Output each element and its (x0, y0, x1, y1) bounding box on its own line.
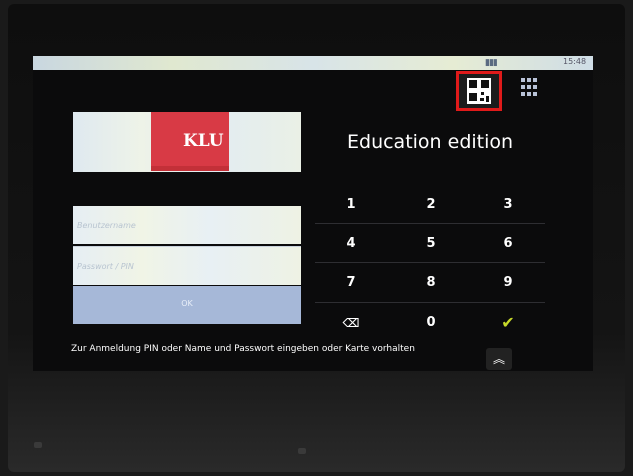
key-3[interactable]: 3 (488, 194, 528, 216)
status-bar: ▮▮▮ 15:48 (33, 56, 593, 70)
key-9[interactable]: 9 (488, 272, 528, 294)
klu-logo-text: KLU (183, 131, 224, 151)
backspace-icon[interactable]: ⌫ (331, 312, 371, 334)
keypad-separator (315, 302, 545, 303)
password-field[interactable]: Passwort / PIN (73, 246, 301, 285)
status-time: 15:48 (563, 57, 587, 66)
touch-screen: ▮▮▮ 15:48 KLU Benutzername Passwort / PI… (33, 56, 593, 371)
bezel-mark (34, 442, 42, 448)
key-5[interactable]: 5 (411, 233, 451, 255)
login-hint: Zur Anmeldung PIN oder Name und Passwort… (71, 344, 415, 354)
username-field[interactable]: Benutzername (73, 206, 301, 244)
ok-label: OK (181, 299, 193, 308)
key-0[interactable]: 0 (411, 312, 451, 334)
qr-login-button[interactable] (456, 71, 502, 111)
grid-menu-icon[interactable] (521, 78, 539, 102)
klu-logo-bar (151, 166, 229, 171)
double-chevron-up-icon[interactable]: ︽ (486, 348, 512, 370)
keypad-separator (315, 262, 545, 263)
bezel-mark (298, 448, 306, 454)
key-1[interactable]: 1 (331, 194, 371, 216)
edition-title: Education edition (347, 131, 514, 153)
qr-code-icon (467, 78, 491, 104)
password-placeholder: Passwort / PIN (77, 262, 134, 271)
confirm-check-icon[interactable]: ✔ (488, 312, 528, 334)
ok-button[interactable]: OK (73, 286, 301, 324)
key-4[interactable]: 4 (331, 233, 371, 255)
key-2[interactable]: 2 (411, 194, 451, 216)
keypad-separator (315, 223, 545, 224)
network-status-icon: ▮▮▮ (485, 58, 498, 68)
key-7[interactable]: 7 (331, 272, 371, 294)
key-8[interactable]: 8 (411, 272, 451, 294)
username-placeholder: Benutzername (77, 221, 136, 230)
key-6[interactable]: 6 (488, 233, 528, 255)
